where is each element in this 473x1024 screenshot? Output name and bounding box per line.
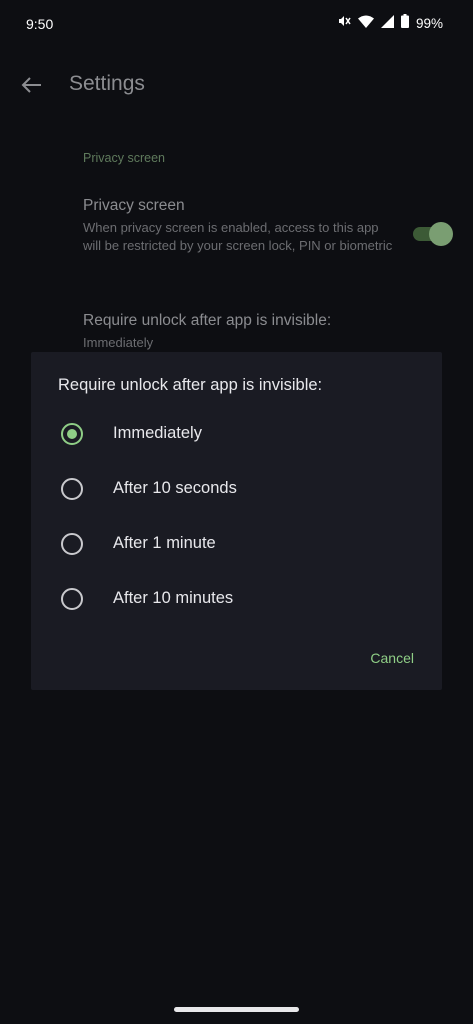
radio-button[interactable] bbox=[61, 588, 83, 610]
radio-button[interactable] bbox=[61, 478, 83, 500]
option-after-1-minute[interactable]: After 1 minute bbox=[31, 521, 442, 567]
option-label: After 10 seconds bbox=[113, 479, 237, 497]
radio-button[interactable] bbox=[61, 533, 83, 555]
option-after-10-minutes[interactable]: After 10 minutes bbox=[31, 576, 442, 622]
privacy-screen-toggle[interactable] bbox=[411, 222, 453, 246]
app-bar: Settings bbox=[0, 60, 473, 110]
page-title: Settings bbox=[69, 72, 145, 95]
home-indicator[interactable] bbox=[174, 1007, 299, 1012]
privacy-screen-summary: When privacy screen is enabled, access t… bbox=[83, 220, 393, 253]
option-immediately[interactable]: Immediately bbox=[31, 411, 442, 457]
dialog-title: Require unlock after app is invisible: bbox=[58, 376, 323, 394]
toggle-thumb bbox=[429, 222, 453, 246]
option-label: After 1 minute bbox=[113, 534, 216, 552]
option-after-10-seconds[interactable]: After 10 seconds bbox=[31, 466, 442, 512]
require-unlock-dialog: Require unlock after app is invisible: I… bbox=[31, 352, 442, 690]
require-unlock-title[interactable]: Require unlock after app is invisible: bbox=[83, 312, 331, 330]
radio-button-selected[interactable] bbox=[61, 423, 83, 445]
option-label: Immediately bbox=[113, 424, 202, 442]
option-label: After 10 minutes bbox=[113, 589, 234, 607]
arrow-back-icon[interactable] bbox=[18, 71, 46, 99]
privacy-screen-title[interactable]: Privacy screen bbox=[83, 197, 185, 215]
require-unlock-value: Immediately bbox=[83, 335, 154, 350]
cancel-button[interactable]: Cancel bbox=[370, 650, 414, 666]
section-header: Privacy screen bbox=[83, 151, 165, 165]
